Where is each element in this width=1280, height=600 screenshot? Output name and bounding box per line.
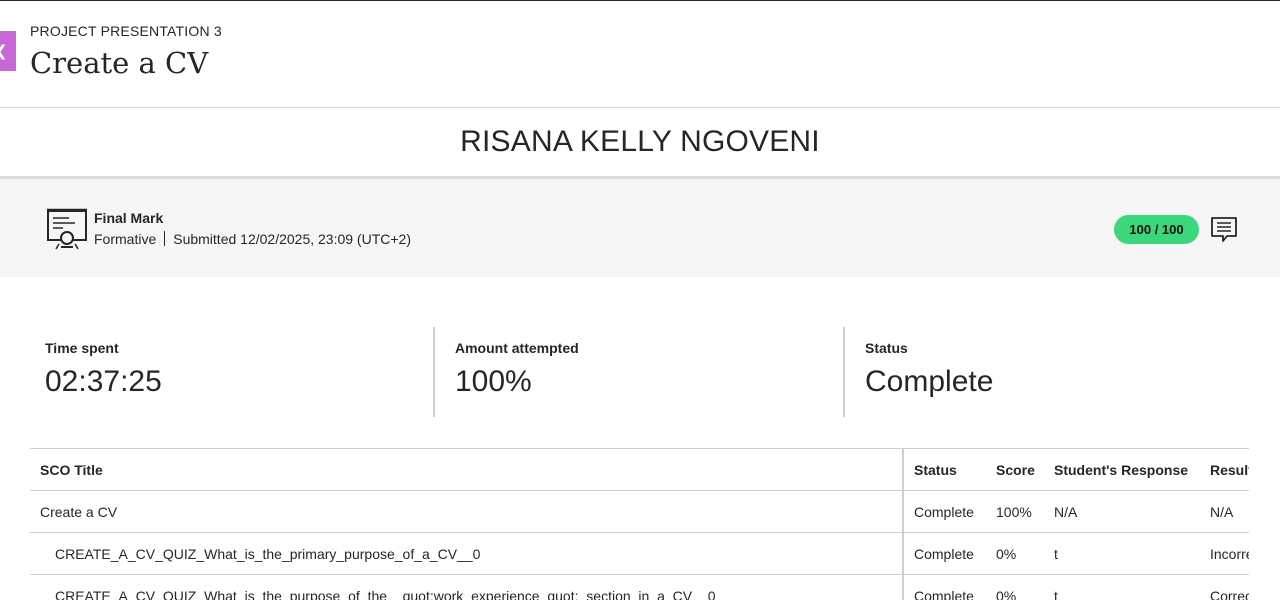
column-header-status[interactable]: Status xyxy=(903,449,986,491)
stat-value: 100% xyxy=(455,365,532,399)
comment-icon[interactable] xyxy=(1211,216,1237,244)
stat-value: 02:37:25 xyxy=(45,365,162,399)
sco-title-cell: Create a CV xyxy=(30,491,903,533)
grade-type: Formative xyxy=(94,231,156,247)
result-cell: Incorrect xyxy=(1200,533,1249,575)
response-cell: N/A xyxy=(1044,491,1200,533)
score-cell: 0% xyxy=(986,575,1044,600)
column-header-result[interactable]: Result xyxy=(1200,449,1249,491)
stat-divider xyxy=(843,327,845,417)
stat-value: Complete xyxy=(865,365,993,399)
grade-panel xyxy=(0,179,1280,277)
meta-separator xyxy=(164,231,165,246)
stat-divider xyxy=(433,327,435,417)
response-cell: t xyxy=(1044,575,1200,600)
page-title: Create a CV xyxy=(30,46,208,80)
score-cell: 0% xyxy=(986,533,1044,575)
score-cell: 100% xyxy=(986,491,1044,533)
score-badge[interactable]: 100 / 100 xyxy=(1114,215,1199,244)
result-cell: Correct xyxy=(1200,575,1249,600)
table-row: CREATE_A_CV_QUIZ_What_is_the_purpose_of_… xyxy=(30,575,1249,600)
back-button[interactable]: ❮ xyxy=(0,31,16,71)
submission-date: Submitted 12/02/2025, 23:09 (UTC+2) xyxy=(173,231,411,247)
table-header-row: SCO Title Status Score Student's Respons… xyxy=(30,449,1249,491)
sco-title-cell: CREATE_A_CV_QUIZ_What_is_the_purpose_of_… xyxy=(30,575,903,600)
column-header-score[interactable]: Score xyxy=(986,449,1044,491)
table-row: Create a CV Complete 100% N/A N/A xyxy=(30,491,1249,533)
header-divider xyxy=(0,107,1280,108)
status-cell: Complete xyxy=(903,575,986,600)
sco-table-container[interactable]: SCO Title Status Score Student's Respons… xyxy=(30,448,1249,600)
stat-label: Amount attempted xyxy=(455,340,579,356)
chevron-left-icon: ❮ xyxy=(0,42,8,60)
course-eyebrow: PROJECT PRESENTATION 3 xyxy=(30,23,222,39)
stat-label: Status xyxy=(865,340,908,356)
sco-title-cell: CREATE_A_CV_QUIZ_What_is_the_primary_pur… xyxy=(30,533,903,575)
column-header-response[interactable]: Student's Response xyxy=(1044,449,1200,491)
status-cell: Complete xyxy=(903,533,986,575)
sco-table: SCO Title Status Score Student's Respons… xyxy=(30,449,1249,600)
student-name: RISANA KELLY NGOVENI xyxy=(0,125,1280,159)
top-border xyxy=(0,0,1280,1)
column-header-sco-title[interactable]: SCO Title xyxy=(30,449,903,491)
result-cell: N/A xyxy=(1200,491,1249,533)
grade-label: Final Mark xyxy=(94,210,163,226)
presentation-board-icon xyxy=(47,208,87,250)
response-cell: t xyxy=(1044,533,1200,575)
status-cell: Complete xyxy=(903,491,986,533)
table-row: CREATE_A_CV_QUIZ_What_is_the_primary_pur… xyxy=(30,533,1249,575)
grade-meta: Formative Submitted 12/02/2025, 23:09 (UT… xyxy=(94,231,411,247)
stat-label: Time spent xyxy=(45,340,119,356)
